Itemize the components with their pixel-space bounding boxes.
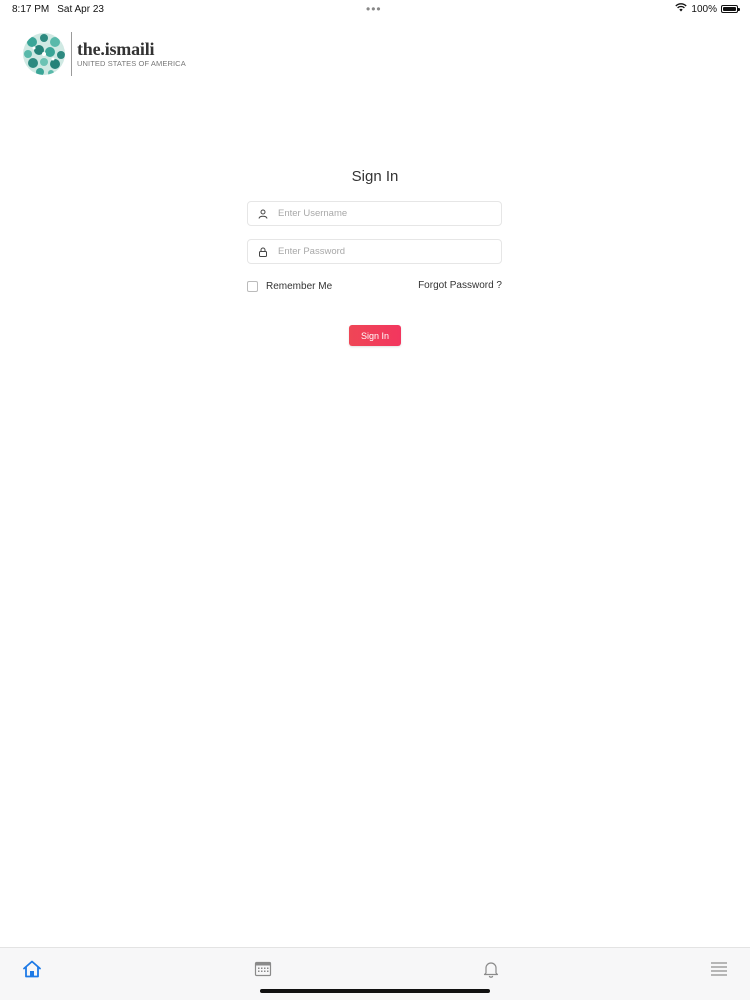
remember-me-checkbox[interactable]	[247, 281, 258, 292]
password-field[interactable]	[247, 239, 502, 264]
home-icon	[23, 960, 41, 978]
logo-name: the.ismaili	[77, 39, 155, 60]
status-bar: 8:17 PM Sat Apr 23 ••• 100%	[0, 0, 750, 18]
page-title: Sign In	[351, 168, 399, 185]
sign-in-screen: 8:17 PM Sat Apr 23 ••• 100% the.ismaili …	[0, 0, 750, 1000]
tab-menu[interactable]	[707, 957, 731, 981]
remember-me-label: Remember Me	[266, 281, 333, 292]
battery-percent: 100%	[691, 3, 717, 15]
multitasking-dots[interactable]: •••	[366, 2, 382, 16]
username-field[interactable]	[247, 201, 502, 226]
username-input[interactable]	[278, 208, 488, 219]
forgot-password-link[interactable]: Forgot Password ?	[418, 280, 502, 291]
tab-calendar[interactable]	[251, 957, 275, 981]
remember-me[interactable]: Remember Me	[247, 281, 332, 292]
logo-text: the.ismaili UNITED STATES OF AMERICA	[77, 40, 186, 68]
battery-icon	[721, 5, 740, 13]
sign-in-button[interactable]: Sign In	[349, 325, 401, 346]
calendar-icon	[254, 961, 272, 977]
wifi-icon	[675, 3, 688, 15]
status-left: 8:17 PM Sat Apr 23	[12, 4, 104, 15]
password-input[interactable]	[278, 246, 488, 257]
status-right: 100%	[675, 3, 740, 15]
menu-icon	[711, 962, 727, 976]
tab-home[interactable]	[20, 957, 44, 981]
lock-icon	[248, 247, 278, 257]
home-indicator[interactable]	[260, 989, 490, 993]
logo-mark-icon	[23, 33, 65, 75]
user-icon	[248, 209, 278, 219]
ismaili-logo: the.ismaili UNITED STATES OF AMERICA	[22, 32, 186, 76]
bell-icon	[483, 962, 499, 978]
logo-subtitle: UNITED STATES OF AMERICA	[77, 59, 186, 69]
tab-notifications[interactable]	[479, 957, 503, 981]
status-time: 8:17 PM	[12, 4, 50, 15]
status-date: Sat Apr 23	[57, 4, 104, 15]
battery-fill	[723, 7, 736, 11]
logo-divider	[71, 32, 72, 76]
